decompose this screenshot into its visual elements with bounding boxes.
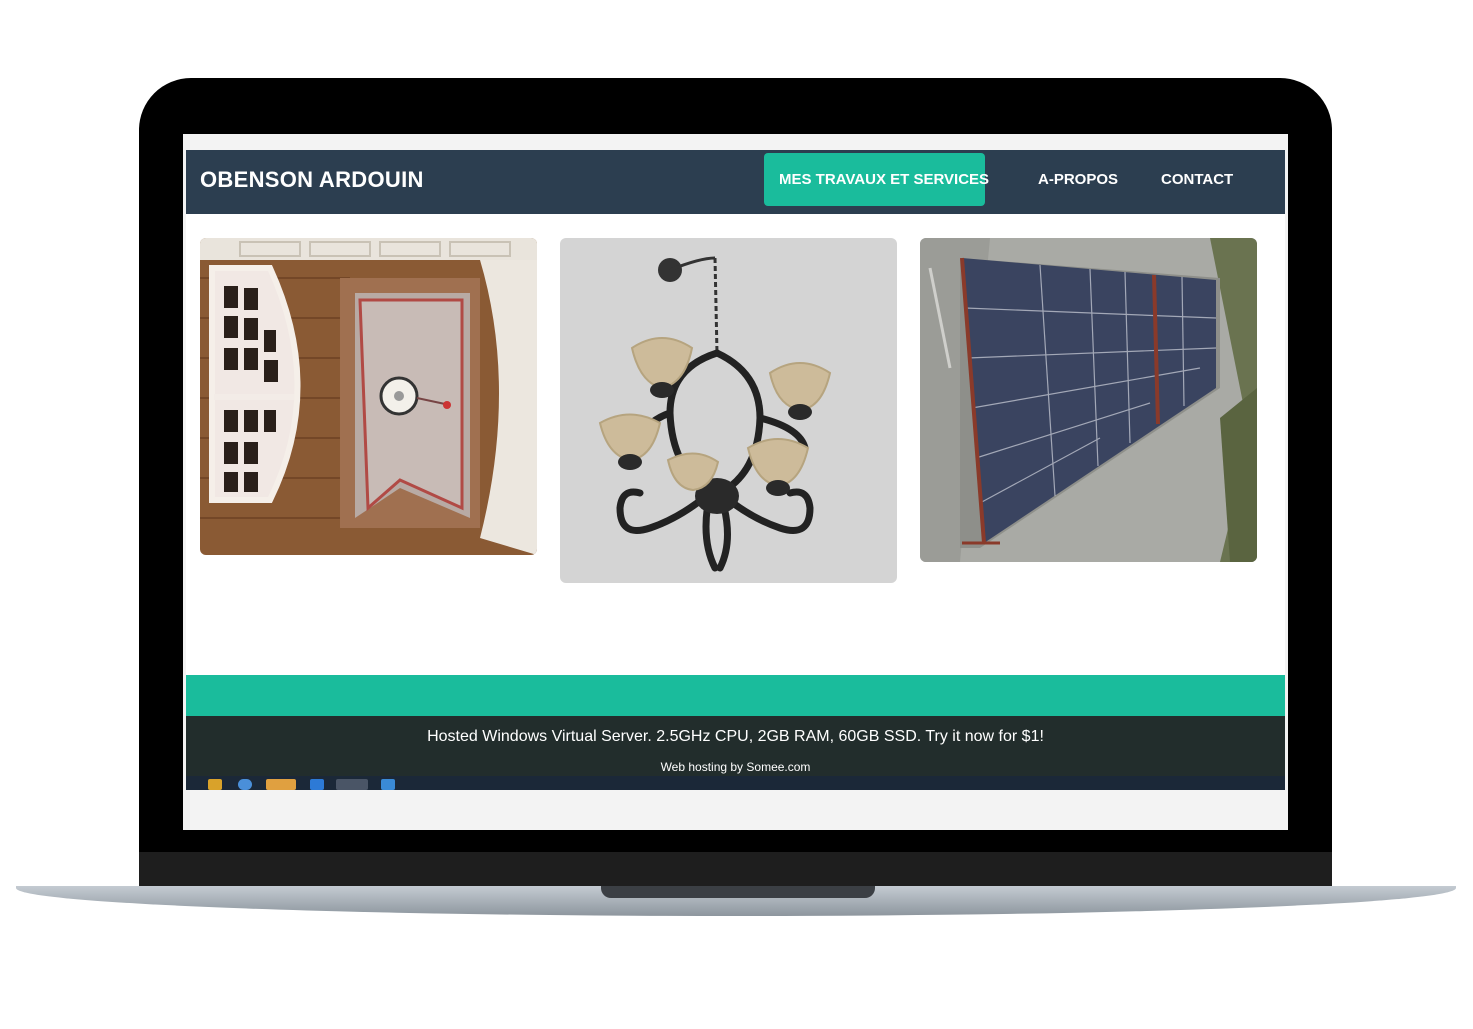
laptop-screen: OBENSON ARDOUIN MES TRAVAUX ET SERVICES … xyxy=(183,134,1288,830)
taskbar-chrome-icon xyxy=(336,779,368,790)
solar-panels-photo xyxy=(920,238,1257,562)
chandelier-photo xyxy=(560,238,897,583)
nav-link-contact[interactable]: CONTACT xyxy=(1146,153,1248,206)
taskbar-folder-icon xyxy=(266,779,296,790)
hosting-ad-link[interactable]: Hosted Windows Virtual Server. 2.5GHz CP… xyxy=(186,728,1285,746)
hosting-credit-link[interactable]: Web hosting by Somee.com xyxy=(186,760,1285,774)
taskbar-app2-icon xyxy=(381,779,395,790)
ceiling-window-photo xyxy=(200,238,537,555)
nav-link-a-propos[interactable]: A-PROPOS xyxy=(1023,153,1133,206)
laptop-chin xyxy=(139,852,1332,888)
brand-title[interactable]: OBENSON ARDOUIN xyxy=(200,167,424,193)
taskbar-code-icon xyxy=(310,779,324,790)
website-page: OBENSON ARDOUIN MES TRAVAUX ET SERVICES … xyxy=(186,150,1285,790)
laptop-notch xyxy=(601,886,875,898)
navbar: OBENSON ARDOUIN MES TRAVAUX ET SERVICES … xyxy=(186,150,1285,214)
taskbar-browser-icon xyxy=(238,779,252,790)
gallery-item-ceiling[interactable] xyxy=(200,238,537,555)
gallery-item-solar[interactable] xyxy=(920,238,1257,562)
nav-link-travaux[interactable]: MES TRAVAUX ET SERVICES xyxy=(764,153,989,206)
taskbar-strip xyxy=(186,776,1285,790)
footer-accent-band xyxy=(186,675,1285,716)
taskbar-app-icon xyxy=(208,779,222,790)
gallery-item-chandelier[interactable] xyxy=(560,238,897,583)
